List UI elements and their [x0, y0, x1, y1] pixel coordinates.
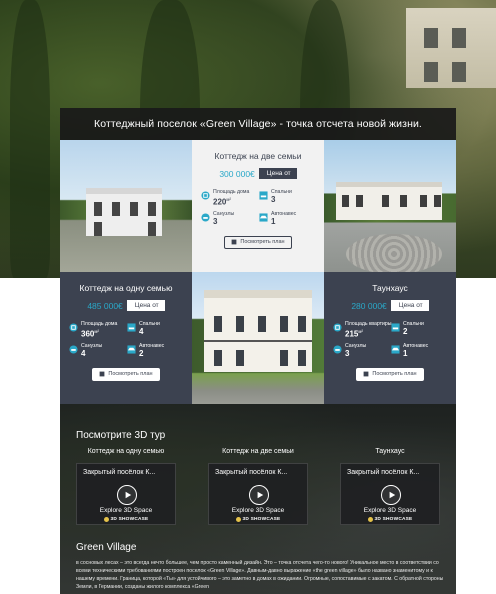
- showcase-logo-icon: [367, 517, 373, 522]
- showcase-logo-icon: [103, 517, 109, 522]
- tour-column: Коттедж на одну семью Закрытый посёлок К…: [68, 448, 184, 525]
- bath-icon: [69, 345, 78, 354]
- car-icon: [391, 345, 400, 354]
- offer-title: Коттедж на две семьи: [214, 151, 302, 161]
- spec-area: Площадь дома 220м²: [201, 189, 259, 207]
- specs-grid: Площадь квартиры 215м² Спальни 2 Санузлы 3 …: [333, 321, 447, 358]
- hero-house: [406, 8, 496, 88]
- offer-card-one-family: Коттедж на одну семью 485 000€ Цена от П…: [60, 272, 192, 404]
- specs-grid: Площадь дома 360м² Спальни 4 Санузлы 4 Авто…: [69, 321, 183, 358]
- spec-carport: Автонавес 1: [259, 211, 315, 226]
- about-text: в сосновых лесах – это всегда нечто боль…: [76, 560, 444, 590]
- tour-column: Коттедж на две семьи Закрытый посёлок К.…: [200, 448, 316, 525]
- tour-embed-card[interactable]: Закрытый посёлок К... Explore 3D Space 3…: [340, 463, 440, 525]
- explore-label: Explore 3D Space: [363, 507, 417, 514]
- tour-heading: Посмотрите 3D тур: [76, 430, 166, 441]
- tour-section: Посмотрите 3D тур Коттедж на одну семью …: [60, 404, 456, 594]
- tour-column-title: Таунхаус: [375, 448, 405, 455]
- specs-grid: Площадь дома 220м² Спальни 3 Санузлы 3 Авто…: [201, 189, 315, 226]
- car-icon: [259, 213, 268, 222]
- banner-title: Коттеджный поселок «Green Village» - точ…: [94, 118, 422, 130]
- offer-card-two-family: Коттедж на две семьи 300 000€ Цена от Пл…: [192, 140, 324, 272]
- price-label: Цена от: [258, 168, 297, 179]
- plan-icon: [100, 371, 105, 377]
- bath-icon: [333, 345, 342, 354]
- plan-icon: [232, 239, 237, 245]
- bed-icon: [127, 323, 136, 332]
- price-label: Цена от: [126, 300, 165, 311]
- page-banner: Коттеджный поселок «Green Village» - точ…: [60, 108, 456, 140]
- tour-embed-card[interactable]: Закрытый посёлок К... Explore 3D Space 3…: [208, 463, 308, 525]
- view-plan-button[interactable]: Посмотреть план: [224, 235, 292, 249]
- spec-bedrooms: Спальни 3: [259, 189, 315, 207]
- showcase-logo-icon: [235, 517, 241, 522]
- spec-carport: Автонавес 2: [127, 343, 183, 358]
- explore-label: Explore 3D Space: [231, 507, 285, 514]
- tour-card-title: Закрытый посёлок К...: [347, 469, 420, 476]
- spec-area: Площадь дома 360м²: [69, 321, 127, 339]
- offer-title: Таунхаус: [372, 283, 408, 293]
- spec-carport: Автонавес 1: [391, 343, 447, 358]
- spec-bedrooms: Спальни 2: [391, 321, 447, 339]
- tour-embed-card[interactable]: Закрытый посёлок К... Explore 3D Space 3…: [76, 463, 176, 525]
- offer-title: Коттедж на одну семью: [79, 283, 173, 293]
- tour-card-title: Закрытый посёлок К...: [83, 469, 156, 476]
- spec-bedrooms: Спальни 4: [127, 321, 183, 339]
- hero-tree: [10, 0, 50, 278]
- offer-card-townhouse: Таунхаус 280 000€ Цена от Площадь кварти…: [324, 272, 456, 404]
- house-photo-1: [60, 140, 192, 272]
- showcase-badge: 3D SHOWCASE: [77, 517, 175, 522]
- price-row: 485 000€ Цена от: [87, 300, 165, 311]
- area-icon: [69, 323, 78, 332]
- tour-column-title: Коттедж на две семьи: [222, 448, 294, 455]
- explore-label: Explore 3D Space: [99, 507, 153, 514]
- offers-grid: Коттедж на две семьи 300 000€ Цена от Пл…: [60, 140, 456, 404]
- spec-bathrooms: Санузлы 4: [69, 343, 127, 358]
- about-title: Green Village: [76, 542, 137, 553]
- view-plan-button[interactable]: Посмотреть план: [356, 367, 424, 381]
- house-photo-3: [324, 140, 456, 272]
- house-photo-5: [192, 272, 324, 404]
- play-icon[interactable]: [381, 485, 401, 505]
- bed-icon: [391, 323, 400, 332]
- tour-card-title: Закрытый посёлок К...: [215, 469, 288, 476]
- spec-bathrooms: Санузлы 3: [333, 343, 391, 358]
- tour-column-title: Коттедж на одну семью: [87, 448, 165, 455]
- offer-price: 485 000€: [87, 300, 123, 311]
- price-row: 300 000€ Цена от: [219, 168, 297, 179]
- plan-icon: [364, 371, 369, 377]
- play-icon[interactable]: [249, 485, 269, 505]
- view-plan-button[interactable]: Посмотреть план: [92, 367, 160, 381]
- price-row: 280 000€ Цена от: [351, 300, 429, 311]
- play-icon[interactable]: [117, 485, 137, 505]
- bath-icon: [201, 213, 210, 222]
- tour-column: Таунхаус Закрытый посёлок К... Explore 3…: [332, 448, 448, 525]
- showcase-badge: 3D SHOWCASE: [341, 517, 439, 522]
- area-icon: [333, 323, 342, 332]
- area-icon: [201, 191, 210, 200]
- offer-price: 280 000€: [351, 300, 387, 311]
- car-icon: [127, 345, 136, 354]
- price-label: Цена от: [390, 300, 429, 311]
- spec-bathrooms: Санузлы 3: [201, 211, 259, 226]
- showcase-badge: 3D SHOWCASE: [209, 517, 307, 522]
- bed-icon: [259, 191, 268, 200]
- offer-price: 300 000€: [219, 168, 255, 179]
- spec-area: Площадь квартиры 215м²: [333, 321, 392, 339]
